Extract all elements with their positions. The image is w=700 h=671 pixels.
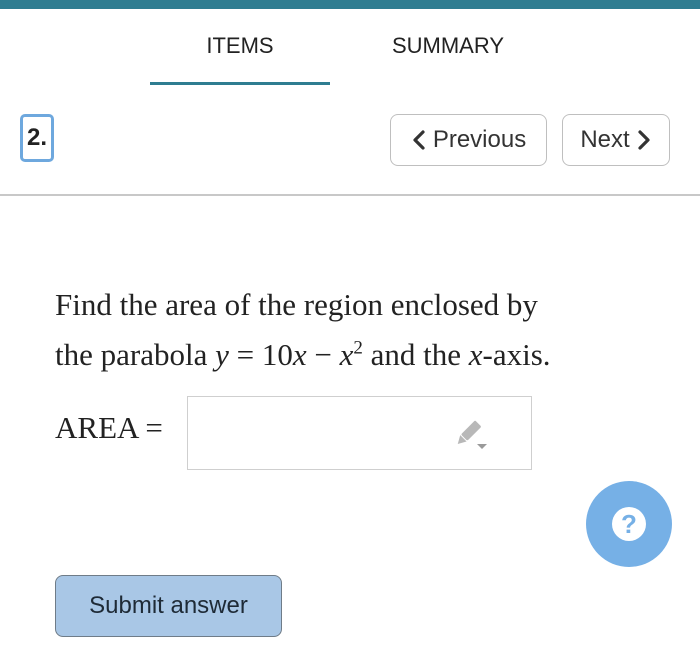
chevron-right-icon — [638, 130, 650, 150]
equals-sign: = — [228, 337, 262, 372]
chevron-left-icon — [413, 130, 425, 150]
tab-items[interactable]: ITEMS — [150, 33, 330, 59]
question-prefix: the parabola — [55, 337, 216, 372]
tab-summary[interactable]: SUMMARY — [358, 33, 538, 59]
header-divider — [0, 194, 700, 196]
question-mid: and the — [362, 337, 469, 372]
question-line-1: Find the area of the region enclosed by — [55, 287, 538, 322]
submit-answer-button[interactable]: Submit answer — [55, 575, 282, 637]
exponent: 2 — [353, 337, 363, 359]
submit-answer-label: Submit answer — [89, 592, 248, 619]
previous-button[interactable]: Previous — [390, 114, 547, 166]
help-glyph: ? — [621, 508, 637, 539]
var-x-squared: x — [339, 337, 354, 372]
coefficient: 10 — [261, 337, 293, 372]
pencil-dropdown-icon[interactable] — [454, 419, 494, 453]
var-x: x — [292, 337, 307, 372]
var-y: y — [215, 337, 229, 372]
answer-field[interactable] — [187, 396, 532, 470]
question-icon: ? — [612, 507, 646, 541]
answer-input[interactable] — [196, 405, 450, 463]
minus-sign: − — [306, 337, 340, 372]
question-line-2: the parabola y = 10x − x2 and the x-axis… — [55, 330, 675, 380]
var-x-axis: x — [468, 337, 483, 372]
next-button[interactable]: Next — [562, 114, 670, 166]
help-button[interactable]: ? — [586, 481, 672, 567]
area-label: AREA = — [55, 410, 163, 445]
active-tab-indicator — [150, 82, 330, 85]
question-number: 2. — [26, 124, 47, 151]
question-number-badge[interactable]: 2. — [20, 114, 54, 162]
previous-button-label: Previous — [432, 126, 527, 153]
top-accent-bar — [0, 0, 700, 9]
question-suffix: -axis. — [482, 337, 551, 372]
question-text: Find the area of the region enclosed by … — [55, 280, 675, 380]
next-button-label: Next — [580, 126, 630, 153]
